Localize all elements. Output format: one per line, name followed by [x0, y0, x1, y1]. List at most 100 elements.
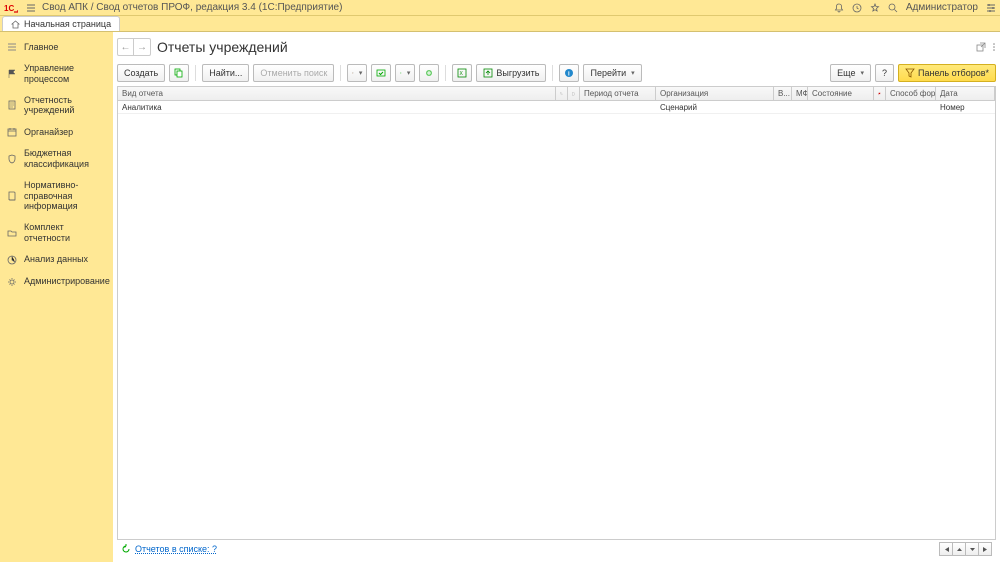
th-sposob[interactable]: Способ форм... [886, 87, 936, 100]
sidebar-item-label: Главное [24, 42, 58, 53]
th-vid[interactable]: Вид отчета [118, 87, 556, 100]
help-button[interactable]: ? [875, 64, 894, 82]
nav-down[interactable] [965, 542, 979, 556]
content: ← → Отчеты учреждений Создать Найти... О… [113, 32, 1000, 562]
more-menu-icon[interactable] [992, 42, 996, 52]
find-button[interactable]: Найти... [202, 64, 249, 82]
bottom-bar: Отчетов в списке: ? [117, 540, 996, 558]
excel-button[interactable]: X [452, 64, 472, 82]
count-link[interactable]: Отчетов в списке: ? [135, 544, 217, 554]
user-label[interactable]: Администратор [906, 2, 978, 13]
sidebar-item-admin[interactable]: Администрирование [0, 271, 113, 293]
table-row[interactable]: Аналитика Сценарий Номер [118, 101, 995, 114]
sidebar-item-organizer[interactable]: Органайзер [0, 121, 113, 143]
flag-icon [6, 68, 18, 80]
nav-up[interactable] [952, 542, 966, 556]
bell-icon[interactable] [834, 3, 844, 13]
sidebar-item-label: Анализ данных [24, 254, 88, 265]
th-org[interactable]: Организация [656, 87, 774, 100]
book-icon [6, 190, 18, 202]
cancel-find-button[interactable]: Отменить поиск [253, 64, 334, 82]
upload-button[interactable]: Выгрузить [476, 64, 546, 82]
cell-clip [556, 101, 568, 113]
settings-icon[interactable] [986, 3, 996, 13]
page-title: Отчеты учреждений [157, 39, 288, 55]
header-right [976, 42, 996, 52]
sidebar-item-label: Нормативно-справочная информация [24, 180, 107, 212]
sidebar-item-label: Комплект отчетности [24, 222, 107, 244]
cell-period [580, 101, 656, 113]
back-button[interactable]: ← [118, 39, 134, 55]
document-icon [6, 99, 18, 111]
window-title: Свод АПК / Свод отчетов ПРОФ, редакция 3… [42, 2, 834, 13]
refresh-icon[interactable] [121, 544, 131, 554]
popout-icon[interactable] [976, 42, 986, 52]
th-v[interactable]: В... [774, 87, 792, 100]
sidebar-item-main[interactable]: Главное [0, 36, 113, 58]
home-icon [11, 20, 20, 29]
th-mf[interactable]: МФ [792, 87, 808, 100]
th-state[interactable]: Состояние [808, 87, 874, 100]
toolbar: Создать Найти... Отменить поиск ▾ ▾ X Вы… [117, 62, 996, 84]
cell-sposob [886, 101, 936, 113]
sidebar-item-reference[interactable]: Нормативно-справочная информация [0, 175, 113, 217]
nav-arrows: ← → [117, 38, 151, 56]
sidebar-item-budget[interactable]: Бюджетная классификация [0, 143, 113, 175]
sidebar-item-label: Органайзер [24, 127, 73, 138]
table-nav [940, 542, 992, 556]
sidebar-item-kit[interactable]: Комплект отчетности [0, 217, 113, 249]
cell-date: Номер [936, 101, 995, 113]
tab-home[interactable]: Начальная страница [2, 16, 120, 31]
more-button[interactable]: Еще▾ [830, 64, 871, 82]
titlebar-right: Администратор [834, 2, 996, 13]
svg-text:X: X [460, 71, 464, 77]
svg-text:1С: 1С [4, 4, 14, 13]
nav-first[interactable] [939, 542, 953, 556]
main: Главное Управление процессом Отчетность … [0, 32, 1000, 562]
gear-icon [6, 276, 18, 288]
forward-button[interactable]: → [134, 39, 150, 55]
folder-icon [6, 227, 18, 239]
th-doc-icon[interactable] [568, 87, 580, 100]
sidebar-item-label: Управление процессом [24, 63, 107, 85]
create-button[interactable]: Создать [117, 64, 165, 82]
table-body[interactable]: Аналитика Сценарий Номер [118, 101, 995, 539]
th-date[interactable]: Дата [936, 87, 995, 100]
cell-vid: Аналитика [118, 101, 556, 113]
titlebar: 1С Свод АПК / Свод отчетов ПРОФ, редакци… [0, 0, 1000, 16]
cell-v [774, 101, 792, 113]
action2-button[interactable] [371, 64, 391, 82]
filter-panel-button[interactable]: Панель отборов* [898, 64, 996, 82]
cell-mf [792, 101, 808, 113]
history-icon[interactable] [852, 3, 862, 13]
app-logo-icon: 1С [4, 1, 20, 15]
star-icon[interactable] [870, 3, 880, 13]
list-icon [6, 41, 18, 53]
cell-state [808, 101, 874, 113]
nav-last[interactable] [978, 542, 992, 556]
sidebar-item-analysis[interactable]: Анализ данных [0, 249, 113, 271]
sidebar: Главное Управление процессом Отчетность … [0, 32, 113, 562]
action3-button[interactable]: ▾ [395, 64, 415, 82]
shield-icon [6, 153, 18, 165]
tabbar: Начальная страница [0, 16, 1000, 32]
action4-button[interactable] [419, 64, 439, 82]
th-flag-icon[interactable] [874, 87, 886, 100]
search-icon[interactable] [888, 3, 898, 13]
hamburger-icon[interactable] [26, 3, 36, 13]
table: Вид отчета Период отчета Организация В..… [117, 86, 996, 540]
sidebar-item-label: Администрирование [24, 276, 110, 287]
sidebar-item-process[interactable]: Управление процессом [0, 58, 113, 90]
goto-button[interactable]: Перейти▾ [583, 64, 641, 82]
action1-button[interactable]: ▾ [347, 64, 367, 82]
sidebar-item-label: Отчетность учреждений [24, 95, 107, 117]
th-period[interactable]: Период отчета [580, 87, 656, 100]
sidebar-item-reports[interactable]: Отчетность учреждений [0, 90, 113, 122]
info-button[interactable]: i [559, 64, 579, 82]
sidebar-item-label: Бюджетная классификация [24, 148, 107, 170]
separator [340, 65, 341, 81]
calendar-icon [6, 126, 18, 138]
copy-button[interactable] [169, 64, 189, 82]
cell-flag [874, 101, 886, 113]
th-clip-icon[interactable] [556, 87, 568, 100]
